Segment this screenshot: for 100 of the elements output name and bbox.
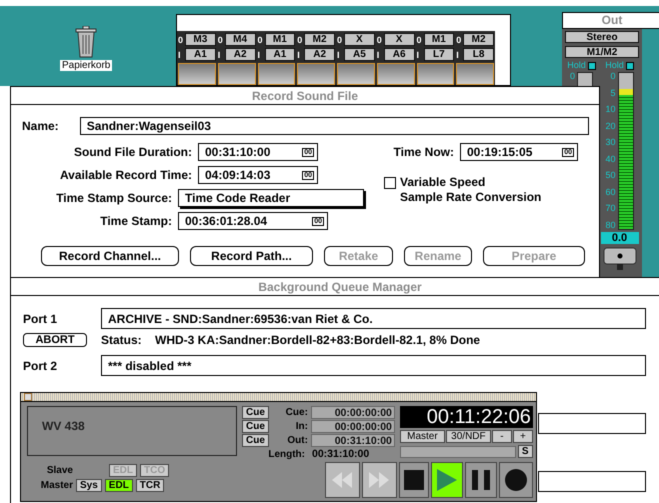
output-mode-button[interactable]: Stereo bbox=[565, 31, 639, 43]
cue-button[interactable]: Cue bbox=[242, 434, 269, 447]
sync-button[interactable]: TCR bbox=[136, 479, 164, 492]
close-icon[interactable] bbox=[24, 393, 32, 401]
strip-tag: I bbox=[416, 50, 422, 60]
fader-pad[interactable] bbox=[416, 63, 454, 85]
checkbox-label: Variable Speed Sample Rate Conversion bbox=[400, 175, 542, 205]
s-button[interactable]: S bbox=[518, 445, 533, 458]
time-field[interactable]: 00:31:10:00 bbox=[310, 434, 395, 447]
timecode-control-button[interactable]: + bbox=[512, 430, 533, 443]
output-button[interactable]: M2 bbox=[304, 33, 335, 46]
job-field[interactable] bbox=[538, 413, 646, 434]
strip-tag: 0 bbox=[218, 34, 224, 44]
stop-icon bbox=[404, 470, 424, 490]
timecode-control-button[interactable]: - bbox=[492, 430, 512, 443]
input-button[interactable]: A1 bbox=[264, 48, 296, 61]
sync-label: Slave bbox=[46, 465, 73, 476]
port-label: Port 2 bbox=[23, 358, 58, 372]
strip-tag: I bbox=[376, 50, 383, 60]
time-field[interactable]: 00:00:00:00 bbox=[310, 406, 395, 419]
output-button[interactable]: M3 bbox=[185, 33, 216, 46]
cue-button[interactable]: Cue bbox=[242, 420, 269, 433]
output-button[interactable]: M1 bbox=[264, 33, 296, 46]
name-field[interactable]: Sandner:Wagenseil03 bbox=[80, 117, 589, 135]
output-button[interactable]: M1 bbox=[424, 33, 454, 46]
fader-pad[interactable] bbox=[258, 63, 296, 85]
rewind-icon bbox=[332, 472, 352, 488]
pause-button[interactable] bbox=[464, 462, 497, 498]
input-button[interactable]: L7 bbox=[424, 48, 454, 61]
hold-label: Hold bbox=[605, 61, 624, 70]
time-label: In: bbox=[294, 421, 308, 432]
time-label: Length: bbox=[267, 448, 305, 460]
sync-button[interactable]: EDL bbox=[104, 479, 133, 492]
strip-tag: I bbox=[297, 50, 304, 60]
source-dropdown[interactable]: Time Code Reader bbox=[178, 189, 364, 207]
window-title: Record Sound File bbox=[252, 88, 358, 102]
job-field[interactable]: *** disabled *** bbox=[101, 355, 646, 376]
dialog-button[interactable]: Record Path... bbox=[190, 246, 313, 266]
time-field[interactable]: 00:00:00:00 bbox=[310, 420, 395, 433]
record-icon bbox=[504, 469, 527, 491]
strip-tag: I bbox=[337, 50, 343, 60]
output-button[interactable]: M2 bbox=[463, 33, 494, 46]
timecode-control-button[interactable]: 30/NDF bbox=[446, 430, 491, 443]
strip-tag: 0 bbox=[416, 34, 422, 44]
scale-label: 60 bbox=[606, 188, 616, 197]
output-mode-button[interactable]: M1/M2 bbox=[565, 46, 639, 58]
output-button[interactable]: X bbox=[384, 33, 414, 46]
timecode-display: 00:11:22:06 bbox=[400, 406, 533, 428]
trash-icon[interactable] bbox=[75, 26, 98, 58]
hold-label: Hold bbox=[567, 61, 586, 70]
timecode-control-button[interactable]: Master bbox=[400, 430, 445, 443]
input-button[interactable]: A5 bbox=[344, 48, 375, 61]
scale-label: 80 bbox=[606, 220, 616, 230]
sync-button[interactable]: Sys bbox=[76, 479, 102, 492]
scale-label: 0 bbox=[570, 72, 576, 81]
sync-label: Master bbox=[40, 480, 73, 491]
play-icon bbox=[436, 469, 457, 491]
scale-label: 70 bbox=[606, 204, 616, 214]
time-label: Out: bbox=[286, 435, 308, 446]
hold-toggle[interactable] bbox=[626, 62, 634, 70]
input-button[interactable]: A6 bbox=[384, 48, 414, 61]
hold-toggle[interactable] bbox=[588, 62, 596, 70]
cue-button[interactable]: Cue bbox=[242, 406, 269, 419]
input-button[interactable]: A2 bbox=[304, 48, 335, 61]
strip-tag: 0 bbox=[297, 34, 304, 44]
dialog-button[interactable]: Record Channel... bbox=[41, 246, 179, 266]
strip-tag: 0 bbox=[258, 34, 264, 44]
record-button[interactable] bbox=[498, 462, 533, 498]
stop-button[interactable] bbox=[398, 462, 429, 498]
pause-icon bbox=[472, 470, 490, 490]
scale-label: 50 bbox=[606, 171, 616, 180]
scale-label: 20 bbox=[606, 122, 616, 131]
checkbox[interactable] bbox=[384, 177, 396, 189]
length-value: 00:31:10:00 bbox=[311, 448, 370, 460]
time-label: Cue: bbox=[284, 407, 308, 418]
port-label: Port 1 bbox=[23, 312, 58, 326]
status-text: Status: WHD-3 KA:Sandner:Bordell-82+83:Bordell-82.1, 8% Done bbox=[101, 333, 480, 347]
input-button[interactable]: L8 bbox=[463, 48, 494, 61]
strip-tag: 0 bbox=[376, 34, 383, 44]
field-label: Time Stamp Source: bbox=[55, 191, 172, 205]
fast-forward-icon bbox=[369, 472, 390, 488]
window-title: Out bbox=[562, 12, 659, 29]
input-button[interactable]: A1 bbox=[185, 48, 216, 61]
strip-tag: I bbox=[178, 50, 184, 60]
output-button[interactable]: M4 bbox=[224, 33, 256, 46]
play-button[interactable] bbox=[430, 462, 463, 498]
scale-label: 0 bbox=[610, 72, 616, 81]
scale-label: 40 bbox=[606, 154, 616, 164]
abort-button[interactable]: ABORT bbox=[23, 333, 87, 347]
field-label: Sound File Duration: bbox=[73, 145, 192, 159]
job-field[interactable]: ARCHIVE - SND:Sandner:69536:van Riet & Co. bbox=[101, 308, 646, 329]
fader-knob-icon[interactable] bbox=[602, 246, 638, 270]
strip-tag: 0 bbox=[337, 34, 343, 44]
output-button[interactable]: X bbox=[344, 33, 375, 46]
field-label: Available Record Time: bbox=[58, 168, 192, 182]
strip-tag: 0 bbox=[178, 34, 184, 44]
job-field[interactable] bbox=[538, 471, 646, 492]
input-button[interactable]: A2 bbox=[224, 48, 256, 61]
strip-tag: 0 bbox=[456, 34, 462, 44]
icon-label: Papierkorb bbox=[60, 60, 112, 71]
